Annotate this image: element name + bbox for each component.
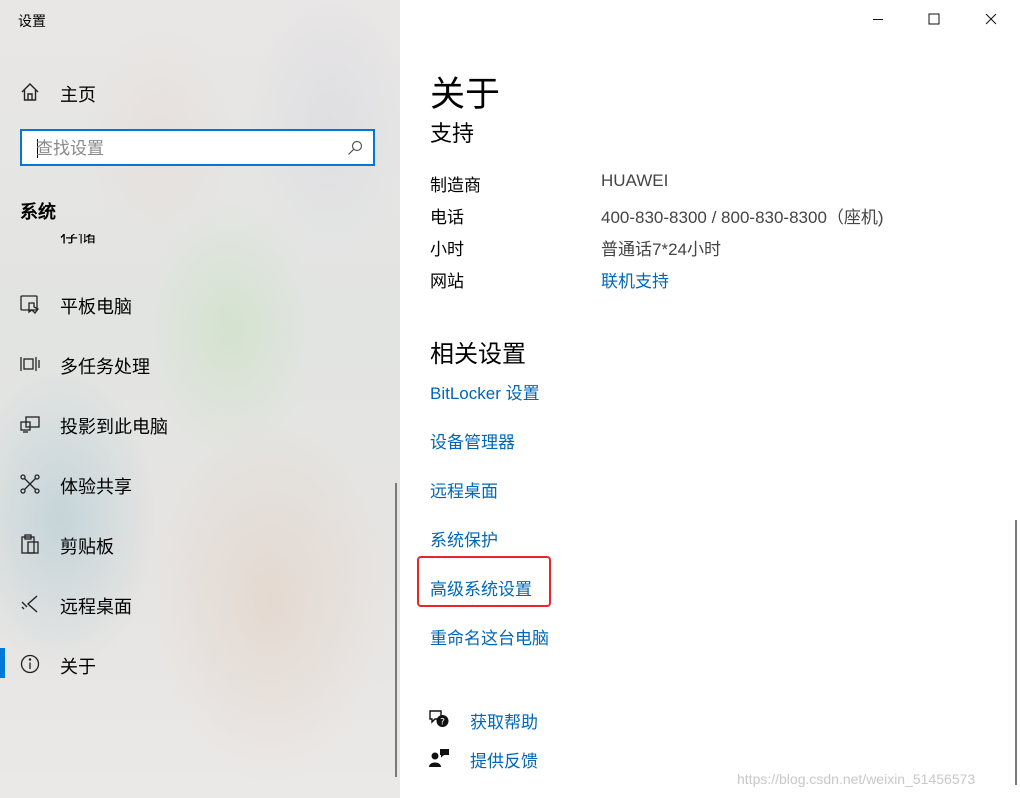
tablet-mode-icon [19, 293, 41, 315]
maximize-icon[interactable] [923, 8, 945, 30]
sidebar-item-tablet[interactable]: 平板电脑 [0, 284, 396, 324]
phone-value: 400-830-8300 / 800-830-8300（座机) [601, 208, 884, 227]
sidebar-item-clipboard[interactable]: 剪贴板 [0, 524, 396, 564]
project-to-pc-icon [19, 413, 41, 435]
related-settings-heading: 相关设置 [430, 341, 526, 368]
close-icon[interactable] [980, 8, 1002, 30]
system-protection-link[interactable]: 系统保护 [430, 526, 498, 551]
main-scrollbar[interactable] [1015, 520, 1017, 785]
rename-pc-link[interactable]: 重命名这台电脑 [430, 624, 549, 649]
sidebar-item-shared[interactable]: 体验共享 [0, 464, 396, 504]
hours-label: 小时 [430, 240, 464, 259]
feedback-link[interactable]: 提供反馈 [470, 747, 538, 772]
search-box[interactable] [20, 129, 375, 166]
page-title: 关于 [430, 75, 501, 114]
sidebar-scrollbar[interactable] [395, 483, 397, 777]
phone-label: 电话 [430, 208, 464, 227]
sidebar-item-label: 关于 [60, 657, 96, 677]
shared-experiences-icon [19, 473, 41, 495]
online-support-link[interactable]: 联机支持 [601, 267, 669, 292]
about-info-icon [19, 653, 41, 675]
sidebar-item-about[interactable]: 关于 [0, 644, 396, 684]
sidebar-item-storage-partial[interactable]: 存储 [60, 234, 96, 246]
sidebar-item-label: 体验共享 [60, 477, 132, 497]
sidebar-item-label: 剪贴板 [60, 537, 114, 557]
website-label: 网站 [430, 272, 464, 291]
clipboard-icon [19, 533, 41, 555]
sidebar-item-label: 平板电脑 [60, 297, 132, 317]
device-manager-link[interactable]: 设备管理器 [430, 428, 515, 453]
manufacturer-label: 制造商 [430, 176, 481, 195]
nav-home[interactable]: 主页 [0, 72, 396, 112]
sidebar: 设置 主页 系统 存储 平板电脑 [0, 0, 400, 798]
app-title: 设置 [18, 13, 46, 29]
search-input[interactable] [34, 136, 338, 162]
get-help-link[interactable]: 获取帮助 [470, 708, 538, 733]
watermark-text: https://blog.csdn.net/weixin_51456573 [737, 771, 976, 787]
hours-value: 普通话7*24小时 [601, 240, 721, 259]
bitlocker-settings-link[interactable]: BitLocker 设置 [430, 379, 540, 404]
get-help-icon: ? [428, 708, 450, 730]
search-icon[interactable] [347, 140, 363, 156]
main-content: 关于 支持 制造商 HUAWEI 电话 400-830-8300 / 800-8… [400, 0, 1020, 798]
feedback-icon [428, 747, 450, 769]
remote-desktop-icon [19, 593, 41, 615]
multitasking-icon [19, 353, 41, 375]
svg-text:?: ? [440, 718, 445, 728]
sidebar-item-project[interactable]: 投影到此电脑 [0, 404, 396, 444]
sidebar-item-label: 多任务处理 [60, 357, 150, 377]
sidebar-item-label: 远程桌面 [60, 597, 132, 617]
remote-desktop-link[interactable]: 远程桌面 [430, 477, 498, 502]
home-icon [19, 81, 41, 103]
manufacturer-value: HUAWEI [601, 171, 669, 190]
sidebar-item-remote-desktop[interactable]: 远程桌面 [0, 584, 396, 624]
minimize-icon[interactable] [867, 8, 889, 30]
support-heading: 支持 [430, 121, 475, 146]
sidebar-item-label: 投影到此电脑 [60, 417, 168, 437]
nav-home-label: 主页 [60, 85, 96, 105]
sidebar-item-multitasking[interactable]: 多任务处理 [0, 344, 396, 384]
section-header-system: 系统 [20, 202, 56, 222]
advanced-system-settings-link[interactable]: 高级系统设置 [430, 575, 532, 600]
